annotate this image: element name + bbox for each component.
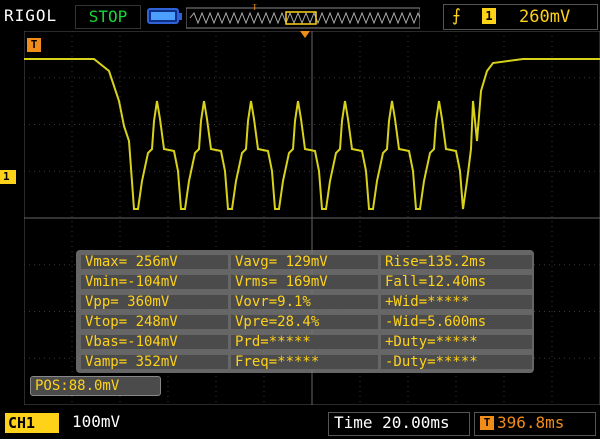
measurement-row: Vmax= 256mV Vavg= 129mV Rise=135.2ms <box>80 254 533 271</box>
measurement-row: Vamp= 352mV Freq=***** -Duty=***** <box>80 354 533 371</box>
brand-logo: RIGOL <box>4 6 58 25</box>
trigger-channel-badge: 1 <box>482 8 496 24</box>
channel1-scale: 100mV <box>72 412 121 431</box>
measurement-cell: Rise=135.2ms <box>380 254 533 270</box>
measurement-cell: Vmax= 256mV <box>80 254 229 270</box>
measurement-cell: Vamp= 352mV <box>80 354 229 370</box>
measurement-cell: Vrms= 169mV <box>230 274 379 290</box>
measurement-cell: +Duty=***** <box>380 334 533 350</box>
time-reference-marker[interactable]: T <box>27 38 41 52</box>
position-readout: POS:88.0mV <box>30 376 161 396</box>
measurement-cell: Prd=***** <box>230 334 379 350</box>
measurement-cell: Vovr=9.1% <box>230 294 379 310</box>
measurement-cell: +Wid=***** <box>380 294 533 310</box>
channel1-offset-marker[interactable]: 1 <box>0 170 16 184</box>
measurement-cell: -Duty=***** <box>380 354 533 370</box>
measurement-cell: Vmin=-104mV <box>80 274 229 290</box>
measurement-row: Vtop= 248mV Vpre=28.4% -Wid=5.600ms <box>80 314 533 331</box>
measurement-cell: -Wid=5.600ms <box>380 314 533 330</box>
measurement-panel: Vmax= 256mV Vavg= 129mV Rise=135.2ms Vmi… <box>76 250 534 373</box>
trigger-offset-value: 396.8ms <box>497 413 565 432</box>
memory-trigger-marker: T <box>252 4 258 13</box>
channel1-button[interactable]: CH1 <box>5 413 59 433</box>
measurement-row: Vbas=-104mV Prd=***** +Duty=***** <box>80 334 533 351</box>
measurement-row: Vmin=-104mV Vrms= 169mV Fall=12.40ms <box>80 274 533 291</box>
measurement-cell: Vpp= 360mV <box>80 294 229 310</box>
measurement-cell: Freq=***** <box>230 354 379 370</box>
memory-position-bar[interactable]: T <box>186 4 420 30</box>
timebase-value: Time 20.00ms <box>334 413 450 432</box>
run-stop-status[interactable]: STOP <box>75 5 141 29</box>
measurement-cell: Vtop= 248mV <box>80 314 229 330</box>
trigger-level: 260mV <box>519 7 571 27</box>
rising-edge-icon: ⨍ <box>452 6 461 26</box>
measurement-cell: Vpre=28.4% <box>230 314 379 330</box>
measurement-cell: Vavg= 129mV <box>230 254 379 270</box>
trigger-offset-icon: T <box>480 416 494 430</box>
measurement-cell: Fall=12.40ms <box>380 274 533 290</box>
measurement-row: Vpp= 360mV Vovr=9.1% +Wid=***** <box>80 294 533 311</box>
measurement-cell: Vbas=-104mV <box>80 334 229 350</box>
battery-icon <box>147 8 182 24</box>
